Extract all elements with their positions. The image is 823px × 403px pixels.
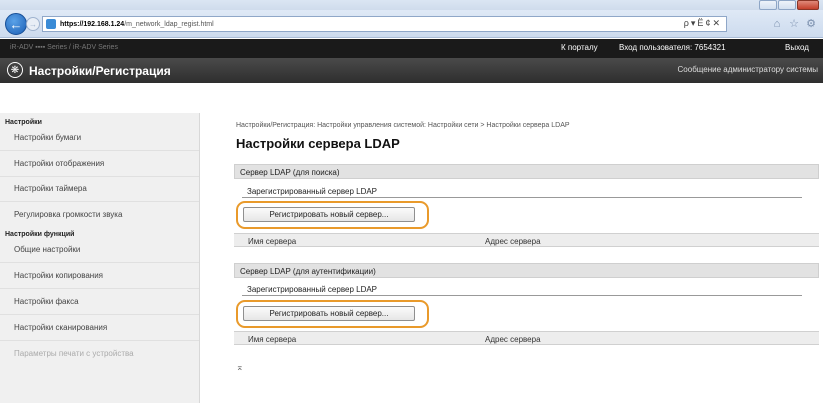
forward-arrow-icon[interactable]: → <box>26 17 40 31</box>
divider <box>242 295 802 296</box>
register-new-server-button[interactable]: Регистрировать новый сервер... <box>243 306 415 321</box>
site-favicon-icon <box>46 19 56 29</box>
sidebar-divider <box>0 288 199 289</box>
star-icon[interactable]: ☆ <box>788 18 800 30</box>
sidebar-item-fax[interactable]: Настройки факса <box>14 297 79 306</box>
sidebar-item-timer[interactable]: Настройки таймера <box>14 184 87 193</box>
login-user-label: Вход пользователя: 7654321 <box>619 43 726 52</box>
sidebar-item-display[interactable]: Настройки отображения <box>14 159 104 168</box>
section-title: Сервер LDAP (для аутентификации) <box>240 267 376 276</box>
settings-gear-icon: ❋ <box>7 62 23 78</box>
sidebar-item-common[interactable]: Общие настройки <box>14 245 80 254</box>
gear-icon[interactable]: ⚙ <box>805 18 817 30</box>
close-window-button[interactable] <box>797 0 819 10</box>
column-server-address: Адрес сервера <box>485 335 541 344</box>
window-titlebar <box>0 0 823 10</box>
home-icon[interactable]: ⌂ <box>771 18 783 30</box>
server-table-header: Имя сервера Адрес сервера <box>234 233 819 247</box>
column-server-name: Имя сервера <box>248 237 297 246</box>
registered-server-label: Зарегистрированный сервер LDAP <box>247 187 378 196</box>
address-bar[interactable]: https://192.168.1.24/m_network_ldap_regi… <box>42 16 727 32</box>
section-header-auth: Сервер LDAP (для аутентификации) <box>234 263 819 278</box>
admin-message-link[interactable]: Сообщение администратору системы <box>678 65 818 74</box>
sidebar-divider <box>0 150 199 151</box>
registered-server-label: Зарегистрированный сервер LDAP <box>247 285 378 294</box>
column-server-name: Имя сервера <box>248 335 297 344</box>
portal-link[interactable]: К порталу <box>561 43 598 52</box>
window-controls <box>759 0 819 10</box>
sidebar-divider <box>0 314 199 315</box>
address-tools[interactable]: ρ▾Ё¢✕ <box>684 18 722 29</box>
sidebar-group-settings: Настройки <box>5 119 42 126</box>
column-server-address: Адрес сервера <box>485 237 541 246</box>
back-arrow-icon[interactable]: ← <box>5 13 27 35</box>
url-text: https://192.168.1.24/m_network_ldap_regi… <box>60 20 214 28</box>
register-new-server-button[interactable]: Регистрировать новый сервер... <box>243 207 415 222</box>
sidebar-item-volume[interactable]: Регулировка громкости звука <box>14 210 122 219</box>
section-header-search: Сервер LDAP (для поиска) <box>234 164 819 179</box>
divider <box>242 197 802 198</box>
sidebar-item-scan[interactable]: Настройки сканирования <box>14 323 107 332</box>
sidebar-item-copy[interactable]: Настройки копирования <box>14 271 103 280</box>
browser-navbar: ← → https://192.168.1.24/m_network_ldap_… <box>0 10 823 38</box>
sidebar-item-paper[interactable]: Настройки бумаги <box>14 133 81 142</box>
logout-link[interactable]: Выход <box>785 43 809 52</box>
browser-toolbar-icons: ⌂ ☆ ⚙ <box>771 18 817 30</box>
page-title: Настройки сервера LDAP <box>236 136 400 151</box>
top-header-bar: iR-ADV ▪▪▪▪ Series / iR-ADV Series К пор… <box>0 39 823 58</box>
section-title: Сервер LDAP (для поиска) <box>240 168 340 177</box>
sidebar: Настройки Настройки бумаги Настройки ото… <box>0 113 200 403</box>
sidebar-divider <box>0 262 199 263</box>
sidebar-item-print[interactable]: Параметры печати с устройства <box>14 349 134 358</box>
app-title: Настройки/Регистрация <box>29 64 171 78</box>
maximize-button[interactable] <box>778 0 796 10</box>
device-name: iR-ADV ▪▪▪▪ Series / iR-ADV Series <box>10 44 118 51</box>
sidebar-divider <box>0 201 199 202</box>
server-table-header: Имя сервера Адрес сервера <box>234 331 819 345</box>
app-title-bar: ❋ Настройки/Регистрация Сообщение админи… <box>0 58 823 83</box>
minimize-button[interactable] <box>759 0 777 10</box>
sidebar-group-functions: Настройки функций <box>5 231 75 238</box>
sidebar-divider <box>0 176 199 177</box>
sidebar-divider <box>0 340 199 341</box>
breadcrumb[interactable]: Настройки/Регистрация: Настройки управле… <box>236 122 570 129</box>
back-to-top-icon[interactable]: ⌅ <box>236 362 244 373</box>
